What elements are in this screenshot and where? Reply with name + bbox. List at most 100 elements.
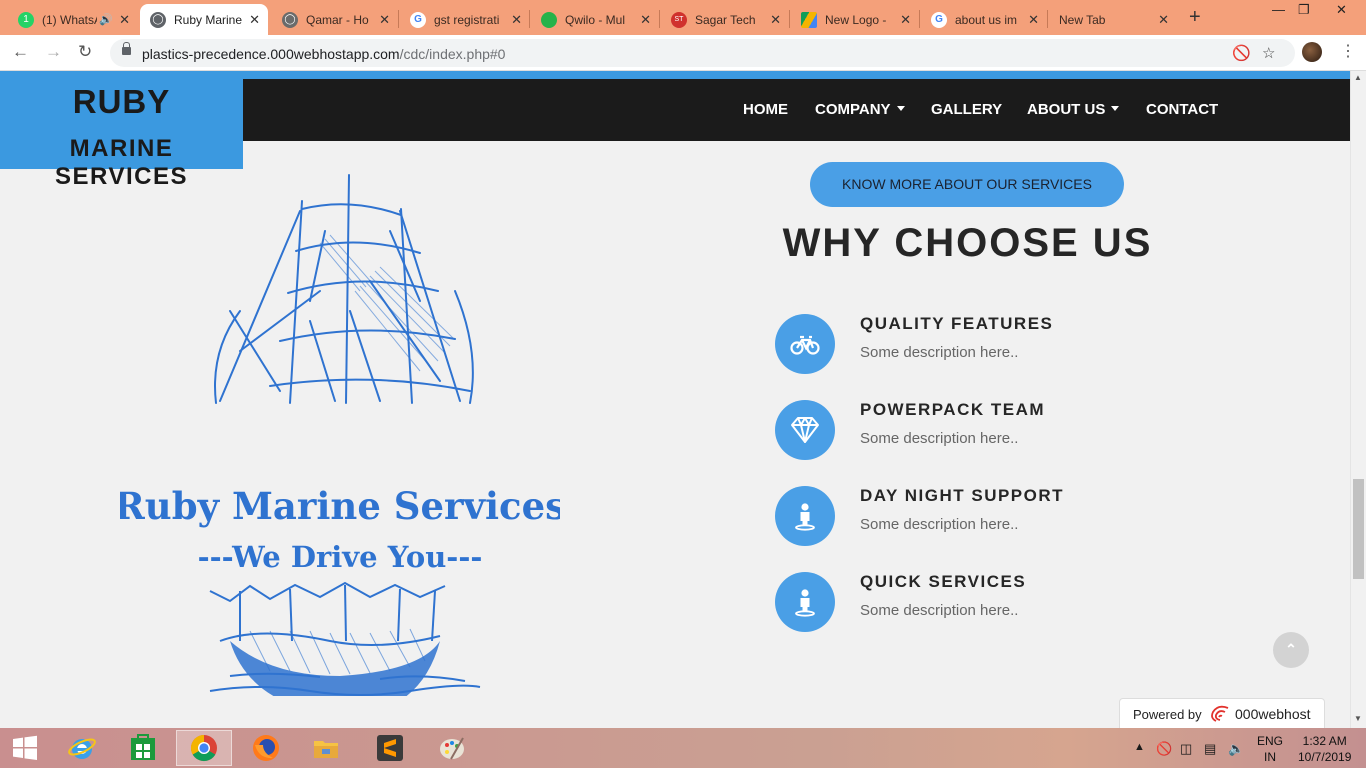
know-more-button[interactable]: KNOW MORE ABOUT OUR SERVICES <box>810 162 1124 207</box>
paint-palette-icon <box>440 737 464 760</box>
taskbar-internet-explorer[interactable] <box>54 730 110 766</box>
network-icon[interactable]: ▤ <box>1204 741 1216 757</box>
taskbar-chrome[interactable] <box>176 730 232 766</box>
speaker-icon: 🔊 <box>99 14 114 26</box>
close-tab-icon[interactable]: ✕ <box>119 12 130 28</box>
tab-qwilo[interactable]: Qwilo - Mul ✕ <box>531 4 659 35</box>
folder-icon <box>314 741 338 758</box>
feature-description: Some description here.. <box>860 516 1019 533</box>
globe-icon: ◯ <box>150 11 166 28</box>
section-title: WHY CHOOSE US <box>782 221 1153 265</box>
ship-logo-image: Ruby Marine Services ---We Drive You--- <box>120 174 560 696</box>
store-icon <box>131 734 155 760</box>
feature-item: QUALITY FEATURES Some description here.. <box>775 314 1195 376</box>
feature-item: POWERPACK TEAM Some description here.. <box>775 400 1195 462</box>
tab-new-tab[interactable]: New Tab ✕ <box>1049 4 1177 35</box>
taskbar-store[interactable] <box>115 730 171 766</box>
powered-by-badge[interactable]: Powered by 000webhost <box>1119 698 1325 728</box>
000webhost-logo-icon <box>1211 705 1229 722</box>
reload-icon[interactable]: ↻ <box>78 42 92 62</box>
profile-avatar[interactable] <box>1302 42 1322 62</box>
scrollbar-thumb[interactable] <box>1353 479 1364 579</box>
close-tab-icon[interactable]: ✕ <box>511 12 522 28</box>
bookmark-star-icon[interactable]: ☆ <box>1262 44 1275 62</box>
close-tab-icon[interactable]: ✕ <box>900 12 911 28</box>
tab-about-us[interactable]: G about us im ✕ <box>921 4 1047 35</box>
feature-description: Some description here.. <box>860 430 1019 447</box>
tab-qamar[interactable]: ◯ Qamar - Ho ✕ <box>272 4 398 35</box>
scroll-down-arrow-icon[interactable]: ▼ <box>1354 714 1362 723</box>
feature-item: QUICK SERVICES Some description here.. <box>775 572 1195 634</box>
menu-kebab-icon[interactable]: ⋮ <box>1340 41 1356 61</box>
caret-down-icon <box>1111 105 1120 111</box>
tab-gst-registration[interactable]: G gst registrati ✕ <box>400 4 530 35</box>
tab-new-logo[interactable]: New Logo - ✕ <box>791 4 919 35</box>
ship-hull-drawing <box>209 581 446 646</box>
feature-description: Some description here.. <box>860 344 1019 361</box>
tab-sagar-tech[interactable]: ST Sagar Tech ✕ <box>661 4 789 35</box>
new-tab-button[interactable]: + <box>1189 6 1201 29</box>
sagar-icon: ST <box>671 11 687 28</box>
qwilo-icon <box>541 11 557 28</box>
restore-icon[interactable]: ❐ <box>1298 2 1310 18</box>
window-close-icon[interactable]: ✕ <box>1336 2 1347 18</box>
ship-sails-drawing <box>214 174 474 404</box>
logo-title-text: Ruby Marine Services <box>120 484 560 528</box>
close-tab-icon[interactable]: ✕ <box>249 12 260 28</box>
url-bar[interactable]: plastics-precedence.000webhostapp.com/cd… <box>110 39 1295 67</box>
drive-icon <box>801 11 817 28</box>
blocked-content-icon[interactable]: 🚫 <box>1232 44 1251 62</box>
location-person-icon <box>795 503 815 531</box>
feature-item: DAY NIGHT SUPPORT Some description here.… <box>775 486 1195 548</box>
feature-title: POWERPACK TEAM <box>860 400 1046 419</box>
taskbar-firefox[interactable] <box>238 730 294 766</box>
system-clock[interactable]: 1:32 AM 10/7/2019 <box>1298 733 1351 765</box>
logo-tagline-text: ---We Drive You--- <box>198 540 483 574</box>
nav-home[interactable]: HOME <box>743 101 788 118</box>
tab-ruby-marine[interactable]: ◯ Ruby Marine ✕ <box>140 4 268 35</box>
feature-description: Some description here.. <box>860 602 1019 619</box>
scroll-to-top-button[interactable]: ⌃ <box>1273 632 1309 668</box>
sail-hatching <box>319 234 455 372</box>
url-host: plastics-precedence.000webhostapp.com <box>142 46 400 62</box>
forward-arrow-icon[interactable]: → <box>45 42 62 62</box>
internet-explorer-icon <box>68 738 96 759</box>
feature-title: DAY NIGHT SUPPORT <box>860 486 1065 505</box>
volume-icon[interactable]: 🔈 <box>1228 741 1244 757</box>
firefox-icon <box>253 735 279 761</box>
google-icon: G <box>410 11 426 28</box>
taskbar-file-explorer[interactable] <box>298 730 354 766</box>
show-hidden-icons-chevron[interactable]: ▲ <box>1134 741 1145 753</box>
scroll-up-arrow-icon[interactable]: ▲ <box>1354 73 1362 82</box>
taskbar-sublime-text[interactable] <box>362 730 418 766</box>
chrome-icon <box>190 734 217 762</box>
taskbar-paint[interactable] <box>424 730 480 766</box>
close-tab-icon[interactable]: ✕ <box>1028 12 1039 28</box>
back-arrow-icon[interactable]: ← <box>12 42 29 62</box>
windows-taskbar: ▲ 🚫 ◫ ▤ 🔈 ENG IN 1:32 AM 10/7/2019 <box>0 728 1366 768</box>
close-tab-icon[interactable]: ✕ <box>640 12 651 28</box>
windows-logo-icon <box>13 735 37 760</box>
address-toolbar: ← → ↻ plastics-precedence.000webhostapp.… <box>0 35 1366 71</box>
start-button[interactable] <box>0 730 50 766</box>
device-icon[interactable]: ◫ <box>1180 741 1192 757</box>
tab-whatsapp[interactable]: 1 (1) WhatsApp 🔊 ✕ <box>8 4 138 35</box>
close-tab-icon[interactable]: ✕ <box>1158 12 1169 28</box>
language-indicator[interactable]: ENG IN <box>1257 733 1283 765</box>
nav-company[interactable]: COMPANY <box>815 101 905 118</box>
feature-title: QUALITY FEATURES <box>860 314 1054 333</box>
diamond-icon <box>791 417 819 443</box>
nav-about-us[interactable]: ABOUT US <box>1027 101 1120 118</box>
feature-title: QUICK SERVICES <box>860 572 1027 591</box>
caret-down-icon <box>896 105 905 111</box>
url-path: /cdc/index.php#0 <box>399 46 506 62</box>
minimize-icon[interactable]: — <box>1272 2 1285 17</box>
nav-gallery[interactable]: GALLERY <box>931 101 1002 118</box>
site-brand[interactable]: RUBY MARINE SERVICES <box>0 79 243 190</box>
close-tab-icon[interactable]: ✕ <box>770 12 781 28</box>
nav-contact[interactable]: CONTACT <box>1146 101 1218 118</box>
whatsapp-icon: 1 <box>18 11 34 28</box>
network-warning-icon[interactable]: 🚫 <box>1156 741 1172 757</box>
close-tab-icon[interactable]: ✕ <box>379 12 390 28</box>
page-scrollbar[interactable]: ▲ ▼ <box>1350 71 1366 728</box>
